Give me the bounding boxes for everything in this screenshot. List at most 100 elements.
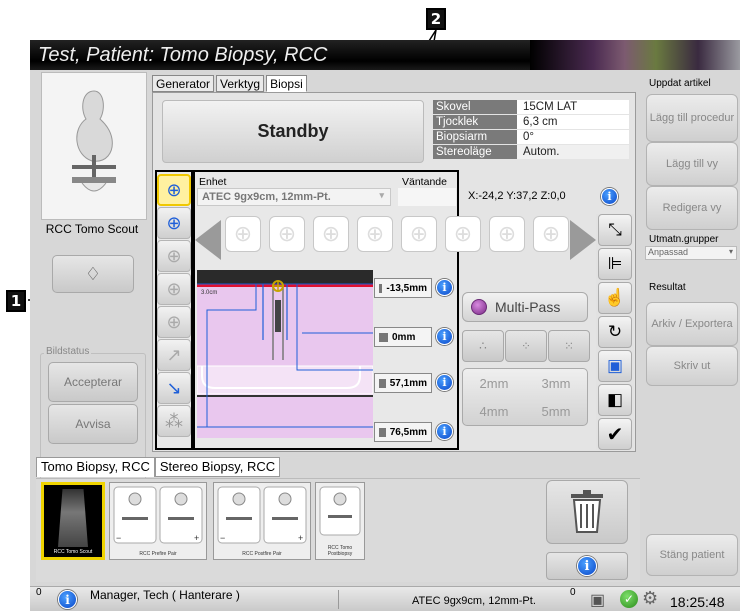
carousel-left-arrow-icon[interactable]: [195, 220, 221, 260]
target-slot[interactable]: ⊕: [313, 216, 349, 252]
device-select[interactable]: ATEC 9gx9cm, 12mm-Pt. ▾: [197, 188, 391, 206]
fire-button[interactable]: ☝: [598, 282, 632, 314]
device-label: Enhet: [199, 176, 227, 188]
distance-box: 76,5mm: [374, 422, 432, 442]
offset-5mm-button[interactable]: 5mm: [525, 397, 587, 425]
view-label: RCC Tomo Scout: [45, 222, 139, 236]
target-slot[interactable]: ⊕: [533, 216, 569, 252]
target-select-button[interactable]: ⊕: [157, 174, 191, 206]
monitor-icon: ▣: [606, 356, 624, 375]
scout-image: [58, 489, 88, 547]
add-view-button[interactable]: Lägg till vy: [646, 142, 738, 186]
prop-label: Stereoläge: [433, 145, 517, 159]
depth-button[interactable]: ⊫: [598, 248, 632, 280]
prop-label: Tjocklek: [433, 115, 517, 129]
tab-tomo-biopsy[interactable]: Tomo Biopsy, RCC: [36, 457, 155, 477]
target-tool-3-button[interactable]: ⊕: [157, 240, 191, 272]
device-status-icon[interactable]: ▣: [590, 590, 605, 610]
tab-verktyg[interactable]: Verktyg: [216, 75, 265, 92]
trash-icon: [571, 490, 603, 533]
thumbnail-prefire-pair[interactable]: − + RCC Prefire Pair: [109, 482, 207, 560]
pattern-3-button[interactable]: ∴: [462, 330, 504, 362]
split-view-icon: ◧: [606, 390, 624, 409]
needle-up-button[interactable]: ↗: [157, 339, 191, 371]
multipass-label: Multi-Pass: [495, 299, 561, 315]
ok-check-icon[interactable]: ✓: [620, 590, 638, 608]
target-slot[interactable]: ⊕: [225, 216, 261, 252]
status-info-icon[interactable]: i: [58, 590, 77, 609]
target-icon: ⊕: [166, 245, 182, 266]
target-slot[interactable]: ⊕: [445, 216, 481, 252]
svg-text:−: −: [220, 533, 225, 543]
thumbnail-postfire-pair[interactable]: − + RCC Postfire Pair: [213, 482, 311, 560]
offset-4mm-button[interactable]: 4mm: [463, 397, 525, 425]
target-slot[interactable]: ⊕: [401, 216, 437, 252]
archive-export-button[interactable]: Arkiv / Exportera: [646, 302, 738, 346]
thumbnail-tomo-postbiopsy[interactable]: RCC Tomo Postbiopsy: [315, 482, 365, 560]
status-text: Standby: [257, 121, 329, 141]
offset-3mm-button[interactable]: 3mm: [525, 369, 587, 397]
update-header: Uppdat artikel: [649, 78, 711, 89]
target-icon: ⊕: [233, 221, 253, 246]
trash-button[interactable]: [546, 480, 628, 544]
thumbnail-label: RCC Tomo Scout: [53, 549, 93, 555]
multipass-button[interactable]: Multi-Pass: [462, 292, 588, 322]
target-icon: ⊕: [166, 278, 182, 299]
target-icon: ⊕: [497, 221, 517, 246]
target-slot[interactable]: ⊕: [269, 216, 305, 252]
display-mode-button[interactable]: ♢: [52, 255, 134, 293]
thumbnail-tomo-scout[interactable]: RCC Tomo Scout: [41, 482, 105, 560]
tab-generator[interactable]: Generator: [152, 75, 215, 92]
standby-display: Standby: [162, 100, 424, 163]
target-tool-4-button[interactable]: ⊕: [157, 273, 191, 305]
info-icon[interactable]: i: [436, 328, 453, 345]
needle-position-diagram: 3.0cm: [196, 270, 374, 438]
target-icon: ⊕: [409, 221, 429, 246]
target-slot[interactable]: ⊕: [489, 216, 525, 252]
distance-box: 0mm: [374, 327, 432, 347]
flame-icon: ♢: [84, 263, 102, 284]
prop-row: Stereoläge Autom.: [433, 145, 629, 159]
prop-value: 15CM LAT: [517, 100, 629, 114]
prop-row: Biopsiarm 0°: [433, 130, 629, 144]
target-x-icon: ⊕: [166, 212, 182, 233]
distance-box: 57,1mm: [374, 373, 432, 393]
coords-info-icon[interactable]: i: [601, 188, 618, 205]
info-icon[interactable]: i: [436, 374, 453, 391]
tab-stereo-biopsy[interactable]: Stereo Biopsy, RCC: [154, 457, 281, 477]
close-patient-button[interactable]: Stäng patient: [646, 534, 738, 576]
split-view-button[interactable]: ◧: [598, 384, 632, 416]
prop-label: Biopsiarm: [433, 130, 517, 144]
cluster-button[interactable]: ⁂: [157, 405, 191, 437]
display-button[interactable]: ▣: [598, 350, 632, 382]
info-icon[interactable]: i: [436, 423, 453, 440]
depth-gauge-icon: ⊫: [607, 254, 623, 273]
chevron-down-icon: ▾: [728, 247, 733, 256]
add-procedure-button[interactable]: Lägg till procedur: [646, 94, 738, 142]
edit-view-button[interactable]: Redigera vy: [646, 186, 738, 230]
accept-button[interactable]: Accepterar: [48, 362, 138, 402]
reject-button[interactable]: Avvisa: [48, 404, 138, 444]
pattern-buttons: ∴ ⁘ ⁙: [462, 330, 590, 362]
output-group-select[interactable]: Anpassad ▾: [645, 246, 737, 260]
target-tool-5-button[interactable]: ⊕: [157, 306, 191, 338]
carousel-right-arrow-icon[interactable]: [570, 220, 596, 260]
title-decoration: [530, 40, 740, 70]
pattern-5-button[interactable]: ⁘: [505, 330, 547, 362]
offset-2mm-button[interactable]: 2mm: [463, 369, 525, 397]
rotate-button[interactable]: ↻: [598, 316, 632, 348]
info-icon[interactable]: i: [436, 279, 453, 296]
accept-target-button[interactable]: ✔: [598, 418, 632, 450]
pattern-9-button[interactable]: ⁙: [548, 330, 590, 362]
gantry-icon[interactable]: ⚙: [642, 588, 658, 609]
target-slot[interactable]: ⊕: [357, 216, 393, 252]
dots-9-icon: ⁙: [563, 339, 575, 353]
target-delete-button[interactable]: ⊕: [157, 207, 191, 239]
tab-biopsi[interactable]: Biopsi: [266, 75, 307, 92]
needle-down-button[interactable]: ↘: [157, 372, 191, 404]
print-button[interactable]: Skriv ut: [646, 346, 738, 386]
thumbnail-info-button[interactable]: i: [546, 552, 628, 580]
waiting-box: [398, 188, 456, 206]
check-icon: ✔: [606, 423, 624, 446]
resize-button[interactable]: ⤡: [598, 214, 632, 246]
